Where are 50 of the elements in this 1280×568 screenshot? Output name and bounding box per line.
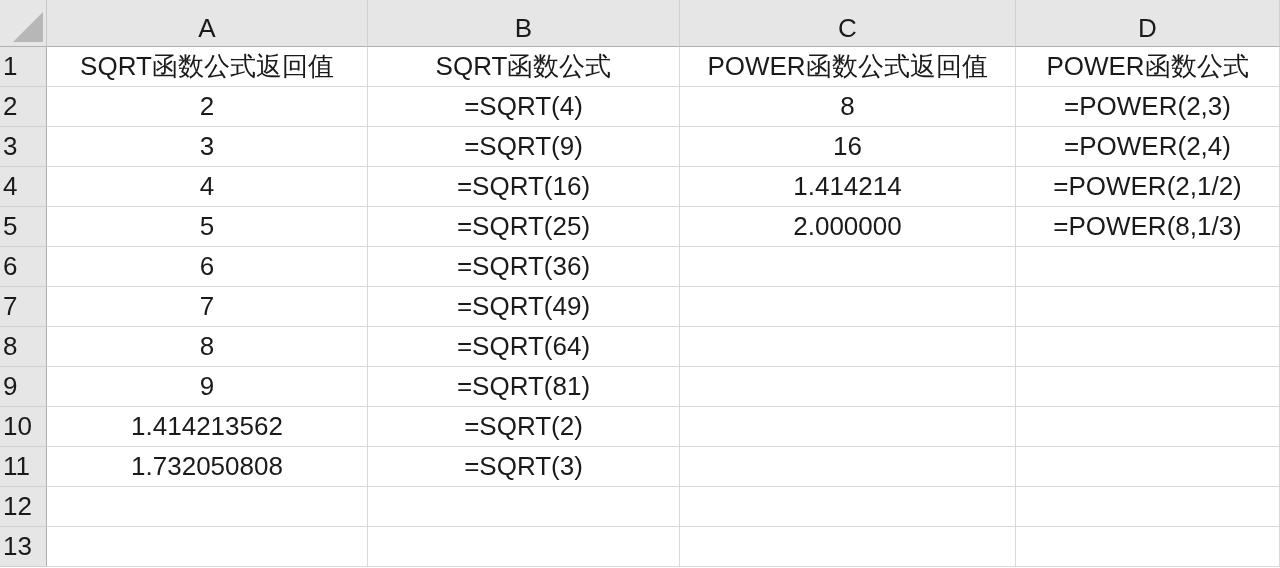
select-all-icon[interactable] bbox=[13, 12, 43, 42]
table-cell: 1.414213562 bbox=[47, 407, 368, 447]
table-cell: =SQRT(25) bbox=[368, 207, 680, 247]
row-header[interactable]: 9 bbox=[0, 367, 47, 407]
table-cell: =SQRT(81) bbox=[368, 367, 680, 407]
row-header[interactable]: 3 bbox=[0, 127, 47, 167]
row-header[interactable]: 4 bbox=[0, 167, 47, 207]
table-cell: =SQRT(2) bbox=[368, 407, 680, 447]
table-cell: 8 bbox=[680, 87, 1016, 127]
row-header[interactable]: 2 bbox=[0, 87, 47, 127]
table-cell: 3 bbox=[47, 127, 368, 167]
table-cell: 6 bbox=[47, 247, 368, 287]
row-header[interactable]: 5 bbox=[0, 207, 47, 247]
table-cell: =SQRT(4) bbox=[368, 87, 680, 127]
table-cell: 1.732050808 bbox=[47, 447, 368, 487]
row-header[interactable]: 10 bbox=[0, 407, 47, 447]
table-cell: 5 bbox=[47, 207, 368, 247]
table-cell: =POWER(2,1/2) bbox=[1016, 167, 1280, 207]
table-cell: 8 bbox=[47, 327, 368, 367]
row-header[interactable]: 6 bbox=[0, 247, 47, 287]
table-cell: =SQRT(64) bbox=[368, 327, 680, 367]
row-header[interactable]: 1 bbox=[0, 47, 47, 87]
row-header[interactable]: 12 bbox=[0, 487, 47, 527]
table-cell: =POWER(2,3) bbox=[1016, 87, 1280, 127]
table-cell: 1.414214 bbox=[680, 167, 1016, 207]
table-cell: 7 bbox=[47, 287, 368, 327]
table-cell: SQRT函数公式 bbox=[368, 47, 680, 87]
table-cell: =SQRT(3) bbox=[368, 447, 680, 487]
table-cell: 2 bbox=[47, 87, 368, 127]
table-cell: =SQRT(9) bbox=[368, 127, 680, 167]
table-cell: =SQRT(49) bbox=[368, 287, 680, 327]
column-header[interactable]: C bbox=[680, 0, 1016, 47]
table-cell: POWER函数公式返回值 bbox=[680, 47, 1016, 87]
table-cell: 9 bbox=[47, 367, 368, 407]
table-cell: =SQRT(36) bbox=[368, 247, 680, 287]
table-cell: =POWER(8,1/3) bbox=[1016, 207, 1280, 247]
column-header[interactable]: D bbox=[1016, 0, 1280, 47]
table-cell: =POWER(2,4) bbox=[1016, 127, 1280, 167]
row-header[interactable]: 7 bbox=[0, 287, 47, 327]
table-cell: 4 bbox=[47, 167, 368, 207]
table-cell: 2.000000 bbox=[680, 207, 1016, 247]
table-cell: =SQRT(16) bbox=[368, 167, 680, 207]
table-cell: POWER函数公式 bbox=[1016, 47, 1280, 87]
table-cell: SQRT函数公式返回值 bbox=[47, 47, 368, 87]
row-header[interactable]: 8 bbox=[0, 327, 47, 367]
column-header[interactable]: A bbox=[47, 0, 368, 47]
column-header[interactable]: B bbox=[368, 0, 680, 47]
row-header[interactable]: 11 bbox=[0, 447, 47, 487]
row-header[interactable]: 13 bbox=[0, 527, 47, 567]
table-cell: 16 bbox=[680, 127, 1016, 167]
